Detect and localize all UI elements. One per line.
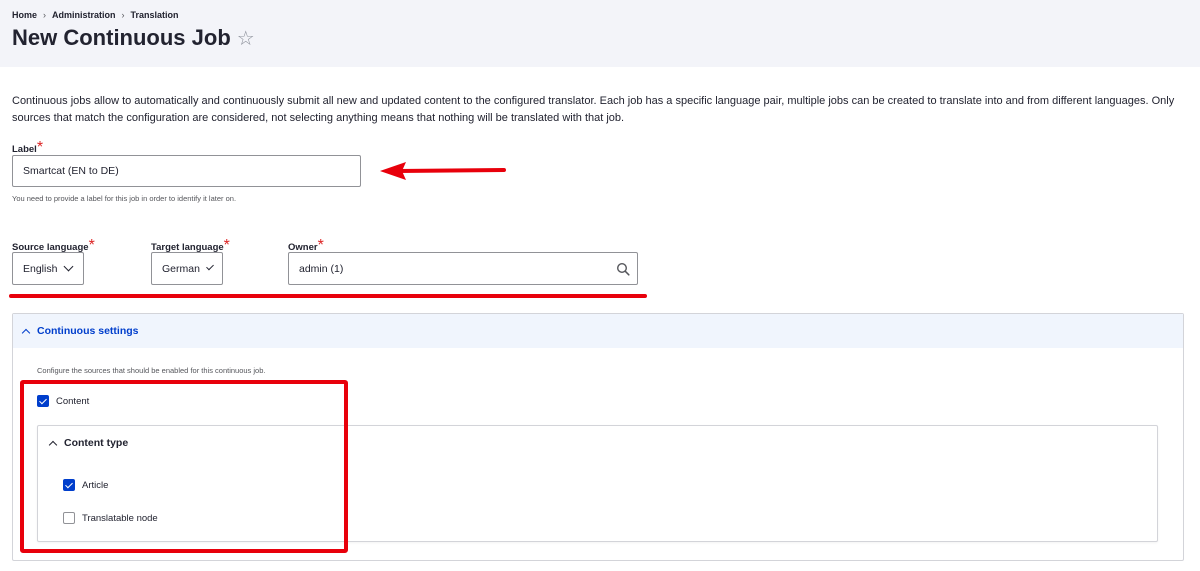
chevron-up-icon	[21, 328, 31, 337]
required-marker: *	[36, 139, 44, 156]
label-help-text: You need to provide a label for this job…	[12, 194, 237, 203]
owner-autocomplete-input[interactable]	[288, 252, 638, 285]
chevron-down-icon	[64, 261, 74, 272]
page-title-text: New Continuous Job	[12, 25, 231, 50]
content-type-title: Content type	[64, 437, 129, 449]
content-checkbox[interactable]	[37, 395, 49, 407]
breadcrumb-administration[interactable]: Administration	[52, 10, 116, 20]
breadcrumb-home[interactable]: Home	[12, 10, 37, 20]
article-checkbox-label: Article	[82, 479, 109, 491]
job-description: Continuous jobs allow to automatically a…	[12, 95, 1175, 124]
content-type-toggle[interactable]: Content type	[48, 437, 128, 449]
continuous-settings-panel: Continuous settings Configure the source…	[12, 313, 1184, 561]
breadcrumb-translation[interactable]: Translation	[131, 10, 179, 20]
translatable-node-checkbox[interactable]	[63, 512, 75, 524]
content-type-panel: Content type Article Translatable node	[37, 425, 1158, 542]
chevron-down-icon	[206, 262, 214, 271]
article-checkbox-row[interactable]: Article	[63, 479, 108, 491]
content-checkbox-label: Content	[56, 395, 90, 407]
required-marker: *	[88, 237, 95, 254]
article-checkbox[interactable]	[63, 479, 75, 491]
continuous-settings-description: Configure the sources that should be ena…	[37, 366, 266, 375]
breadcrumb: Home › Administration › Translation	[12, 10, 179, 20]
content-checkbox-row[interactable]: Content	[37, 395, 89, 407]
target-language-select[interactable]: German	[151, 252, 223, 285]
breadcrumb-separator: ›	[43, 10, 47, 20]
star-icon[interactable]: ☆	[237, 26, 255, 51]
translatable-node-checkbox-label: Translatable node	[82, 512, 158, 524]
source-language-select[interactable]: English	[12, 252, 84, 285]
source-language-value: English	[23, 262, 58, 275]
search-icon	[616, 262, 630, 276]
chevron-up-icon	[48, 440, 58, 449]
label-input[interactable]	[12, 155, 361, 187]
annotation-underline	[9, 294, 647, 298]
continuous-settings-title: Continuous settings	[37, 325, 139, 337]
breadcrumb-separator: ›	[121, 10, 125, 20]
required-marker: *	[223, 237, 230, 254]
continuous-settings-toggle[interactable]: Continuous settings	[13, 314, 1183, 348]
target-language-value: German	[162, 262, 200, 275]
annotation-arrow	[380, 162, 506, 180]
translatable-node-checkbox-row[interactable]: Translatable node	[63, 512, 158, 524]
page-title: New Continuous Job ☆	[12, 25, 255, 51]
